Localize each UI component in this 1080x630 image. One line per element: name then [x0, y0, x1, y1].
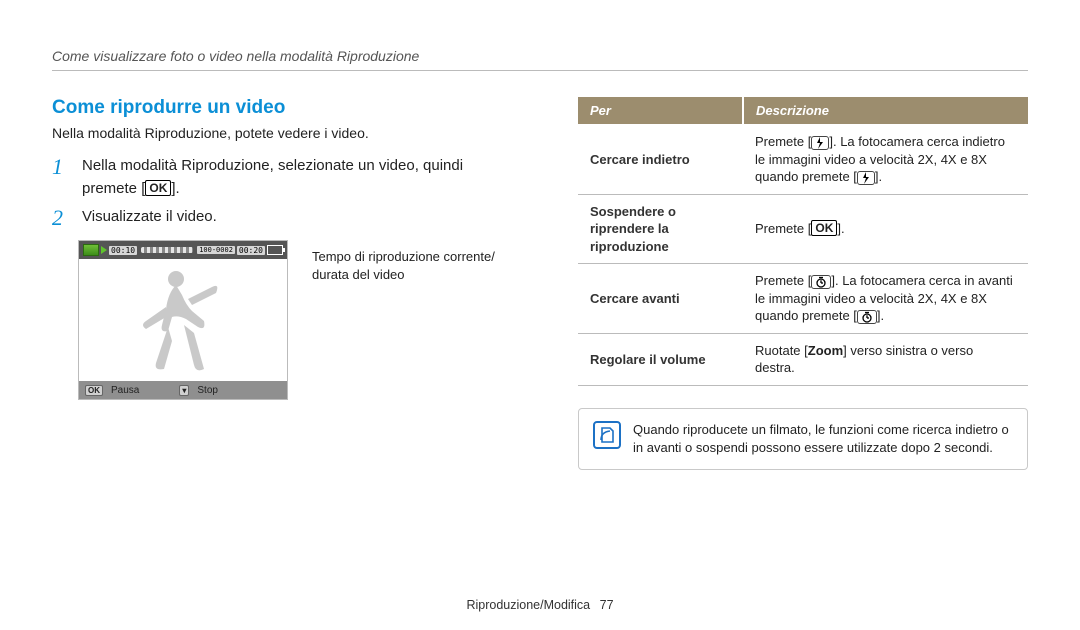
camera-top-bar: 00:10 100-0002 00:20 [79, 241, 287, 259]
desc-text: Premete [ [755, 134, 811, 149]
table-row: Cercare indietro Premete []. La fotocame… [578, 125, 1028, 195]
note-box: Quando riproducete un filmato, le funzio… [578, 408, 1028, 470]
pause-label: Pausa [111, 385, 139, 396]
footer-page-number: 77 [600, 598, 614, 612]
step-1: 1 Nella modalità Riproduzione, seleziona… [52, 155, 522, 200]
table-row: Regolare il volume Ruotate [Zoom] verso … [578, 333, 1028, 385]
th-desc: Descrizione [743, 97, 1028, 125]
label-line: riproduzione [590, 239, 669, 254]
row-desc: Premete []. La fotocamera cerca indietro… [743, 125, 1028, 195]
intro-text: Nella modalità Riproduzione, potete vede… [52, 125, 522, 141]
flash-icon [811, 136, 829, 150]
row-label: Regolare il volume [578, 333, 743, 385]
desc-text: ]. [875, 169, 882, 184]
step-body: Nella modalità Riproduzione, selezionate… [82, 155, 522, 200]
flash-icon [857, 171, 875, 185]
row-desc: Premete []. La fotocamera cerca in avant… [743, 264, 1028, 334]
camera-screenshot: 00:10 100-0002 00:20 [78, 240, 288, 400]
camera-body [79, 259, 287, 381]
step-text-after: ]. [171, 180, 179, 197]
desc-text: Premete [ [755, 221, 811, 236]
ok-key-chip: OK [145, 180, 171, 196]
label-line: Sospendere o [590, 204, 676, 219]
time-current: 00:10 [109, 246, 137, 255]
controls-table: Per Descrizione Cercare indietro Premete… [578, 97, 1028, 386]
step-text-before: Nella modalità Riproduzione, selezionate… [82, 157, 463, 197]
section-title: Come riprodurre un video [52, 97, 522, 119]
zoom-label: Zoom [808, 343, 843, 358]
th-per: Per [578, 97, 743, 125]
table-row: Cercare avanti Premete []. La fotocamera… [578, 264, 1028, 334]
label-line: riprendere la [590, 221, 669, 236]
step-2: 2 Visualizzate il video. [52, 206, 522, 230]
desc-text: ]. [837, 221, 844, 236]
row-label: Cercare indietro [578, 125, 743, 195]
row-label: Cercare avanti [578, 264, 743, 334]
page-footer: Riproduzione/Modifica 77 [0, 598, 1080, 612]
callout-line2: durata del video [312, 267, 405, 282]
timer-icon [857, 310, 877, 324]
step-number: 1 [52, 155, 70, 200]
row-label: Sospendere o riprendere la riproduzione [578, 194, 743, 264]
ok-key-icon: OK [85, 385, 103, 396]
table-row: Sospendere o riprendere la riproduzione … [578, 194, 1028, 264]
down-key-icon: ▾ [179, 385, 189, 396]
desc-text: Ruotate [ [755, 343, 808, 358]
desc-text: Premete [ [755, 273, 811, 288]
dancer-silhouette-icon [138, 265, 228, 375]
time-total: 00:20 [237, 246, 265, 255]
row-desc: Premete [OK]. [743, 194, 1028, 264]
desc-text: ]. [877, 308, 884, 323]
ok-key-chip: OK [811, 220, 837, 236]
step-number: 2 [52, 206, 70, 230]
note-text: Quando riproducete un filmato, le funzio… [633, 421, 1013, 457]
play-icon [101, 246, 107, 254]
video-badge-icon [83, 244, 99, 256]
stop-label: Stop [197, 385, 218, 396]
camera-bottom-bar: OK Pausa ▾ Stop [79, 381, 287, 399]
battery-icon [267, 245, 283, 255]
timer-icon [811, 275, 831, 289]
progress-bar [141, 247, 193, 253]
divider [52, 70, 1028, 71]
note-icon [593, 421, 621, 449]
step-text-before: Visualizzate il video. [82, 208, 217, 225]
row-desc: Ruotate [Zoom] verso sinistra o verso de… [743, 333, 1028, 385]
footer-section: Riproduzione/Modifica [466, 598, 590, 612]
counter: 100-0002 [197, 246, 235, 254]
callout-text: Tempo di riproduzione corrente/ durata d… [312, 240, 495, 400]
callout-line1: Tempo di riproduzione corrente/ [312, 249, 495, 264]
breadcrumb: Come visualizzare foto o video nella mod… [52, 48, 1028, 64]
step-body: Visualizzate il video. [82, 206, 522, 230]
